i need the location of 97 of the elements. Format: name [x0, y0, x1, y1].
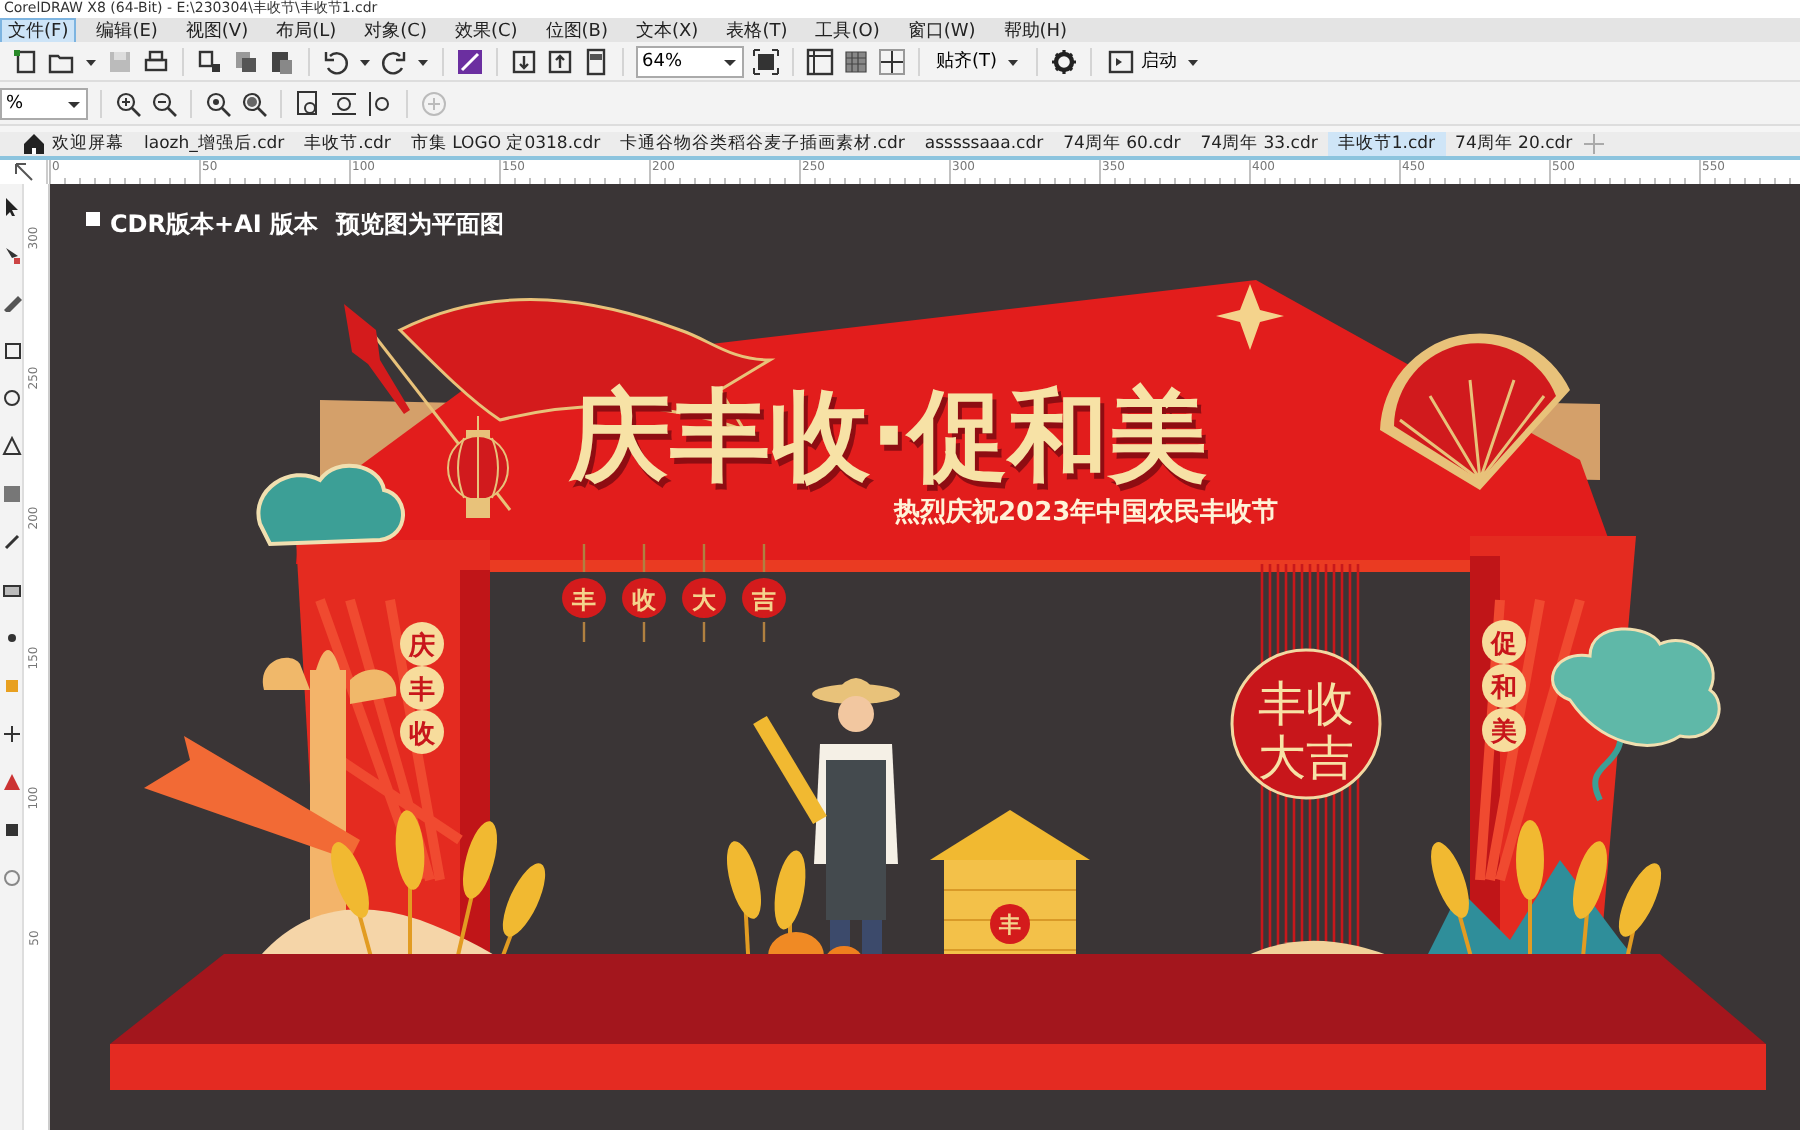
import-icon[interactable] [510, 47, 538, 75]
string-line [702, 542, 706, 644]
zoom-width-icon[interactable] [330, 89, 358, 117]
tool-icon[interactable] [1, 196, 21, 216]
paste-icon[interactable] [268, 47, 296, 75]
menu-item[interactable]: 窗口(W) [899, 17, 984, 43]
zoom-selected-icon[interactable] [204, 89, 232, 117]
document-tab[interactable]: asssssaaa.cdr [914, 132, 1054, 156]
document-tab[interactable]: 丰收节1.cdr [1327, 132, 1446, 156]
snap-to-dropdown[interactable]: 贴齐(T) [932, 45, 1024, 77]
launch-icon[interactable] [1107, 47, 1134, 75]
settings-icon[interactable] [1049, 47, 1078, 75]
document-tab[interactable]: 74周年 60.cdr [1053, 132, 1191, 156]
lantern-character: 收 [632, 586, 656, 614]
ruler-origin-icon [13, 162, 33, 182]
export-icon[interactable] [546, 47, 574, 75]
menu-item[interactable]: 工具(O) [807, 17, 888, 43]
menu-item[interactable]: 帮助(H) [995, 17, 1076, 43]
badge-circle [400, 666, 444, 710]
full-screen-icon[interactable] [752, 47, 780, 75]
tool-icon[interactable] [1, 532, 21, 552]
menu-item[interactable]: 对象(C) [356, 17, 435, 43]
menu-item[interactable]: 文件(F) [0, 17, 77, 43]
badge-circle [1482, 664, 1526, 708]
badge-circle [1482, 708, 1526, 752]
heading-note: CDR版本+AI 版本 [110, 210, 318, 238]
zoom-out-icon[interactable] [150, 89, 178, 117]
lantern-character: 大 [692, 586, 716, 614]
badge-character: 促 [1491, 630, 1517, 660]
badge-character: 和 [1491, 674, 1517, 704]
lantern-drawing [622, 578, 666, 618]
heading-note: 预览图为平面图 [336, 210, 504, 238]
redo-icon[interactable] [380, 47, 408, 75]
new-document-icon[interactable] [12, 47, 40, 75]
menu-item[interactable]: 文本(X) [627, 17, 707, 43]
string-line [642, 542, 646, 644]
grid-icon[interactable] [842, 47, 870, 75]
badge-circle [400, 622, 444, 666]
badge-character: 收 [409, 720, 435, 750]
badge-character: 丰 [409, 676, 435, 706]
guidelines-icon[interactable] [878, 47, 906, 75]
zoom-height-icon[interactable] [366, 89, 394, 117]
document-tab[interactable]: 丰收节.cdr [294, 132, 401, 156]
lantern-character: 吉 [752, 586, 776, 614]
menu-item[interactable]: 表格(T) [718, 17, 796, 43]
tool-icon[interactable] [1, 292, 21, 312]
application-launcher-icon[interactable] [456, 47, 484, 75]
menu-item[interactable]: 编辑(E) [88, 17, 166, 43]
tool-icon[interactable] [1, 340, 21, 360]
label-circle [990, 904, 1030, 944]
home-icon[interactable] [22, 132, 46, 156]
rulers-icon[interactable] [806, 47, 834, 75]
badge-circle [400, 710, 444, 754]
granary-character: 丰 [999, 912, 1021, 938]
zoom-page-icon[interactable] [294, 89, 322, 117]
lantern-drawing [447, 415, 509, 518]
menu-item[interactable]: 位图(B) [537, 17, 616, 43]
tool-icon[interactable] [1, 388, 21, 408]
banner-title: 庆丰收·促和美 [570, 378, 1208, 494]
string-line [762, 542, 766, 644]
string-line [582, 542, 586, 644]
copy-icon[interactable] [232, 47, 260, 75]
star-drawing [1216, 284, 1284, 350]
tool-icon[interactable] [1, 820, 21, 840]
badge-circle [1482, 620, 1526, 664]
print-icon[interactable] [142, 47, 170, 75]
banner-subtitle: 热烈庆祝2023年中国农民丰收节 [894, 498, 1279, 528]
lantern-character: 丰 [572, 586, 596, 614]
zoom-field[interactable]: % [0, 87, 88, 119]
square-bullet-icon [86, 212, 100, 226]
tool-icon[interactable] [1, 580, 21, 600]
medallion-text: 大吉 [1258, 730, 1354, 786]
menu-item[interactable]: 视图(V) [177, 17, 257, 43]
launch-dropdown[interactable]: 启动 [1103, 45, 1204, 77]
document-tab[interactable]: laozh_增强后.cdr [134, 132, 295, 156]
menu-item[interactable]: 效果(C) [446, 17, 526, 43]
zoom-in-icon[interactable] [114, 89, 142, 117]
lantern-drawing [682, 578, 726, 618]
cut-icon[interactable] [196, 47, 224, 75]
badge-character: 庆 [409, 632, 435, 662]
lantern-drawing [742, 578, 786, 618]
document-tab[interactable]: 市集 LOGO 定0318.cdr [400, 132, 611, 156]
lantern-drawing [562, 578, 606, 618]
pdf-document-icon[interactable] [582, 47, 610, 75]
document-tab[interactable]: 74周年 33.cdr [1190, 132, 1328, 156]
zoom-all-icon[interactable] [240, 89, 268, 117]
medallion-text: 丰收 [1258, 676, 1354, 732]
undo-icon[interactable] [322, 47, 350, 75]
document-tab[interactable]: 74周年 20.cdr [1445, 132, 1583, 156]
document-tab[interactable]: 卡通谷物谷类稻谷麦子插画素材.cdr [610, 132, 915, 156]
tool-icon[interactable] [1, 724, 21, 744]
badge-character: 美 [1491, 718, 1517, 748]
document-tab[interactable]: 欢迎屏幕 [12, 132, 134, 156]
menu-item[interactable]: 布局(L) [268, 17, 345, 43]
tool-icon[interactable] [1, 436, 21, 456]
zoom-level-field[interactable]: 64% [636, 45, 744, 77]
tool-icon[interactable] [1, 244, 21, 264]
